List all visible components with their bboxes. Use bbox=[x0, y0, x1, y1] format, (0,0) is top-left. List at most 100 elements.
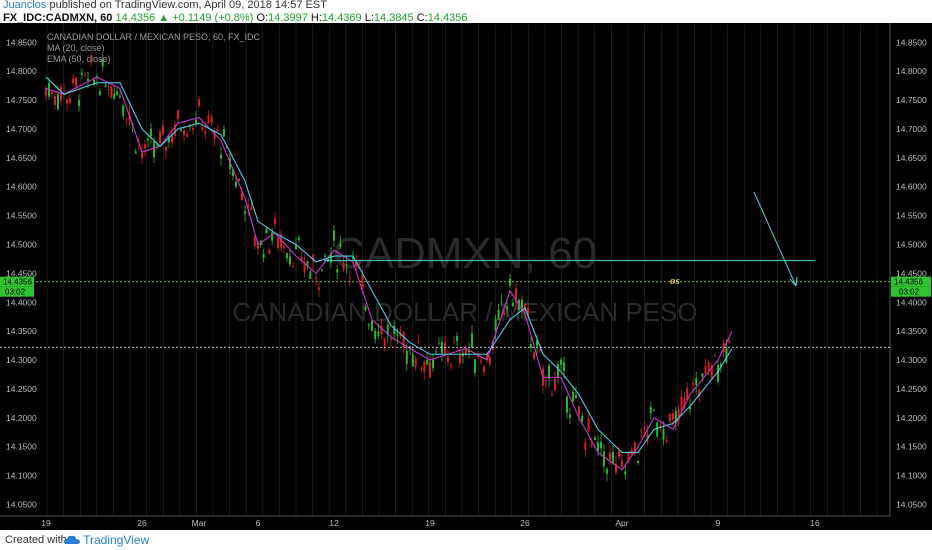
candle-body bbox=[78, 99, 80, 107]
countdown-tag-right: 03:02 bbox=[899, 288, 920, 297]
candle-body bbox=[390, 338, 392, 340]
candle-body bbox=[563, 362, 565, 372]
x-tick-label: 26 bbox=[137, 518, 147, 528]
y-tick-label-left: 14.2000 bbox=[6, 413, 37, 423]
author-link[interactable]: Juanclos bbox=[3, 0, 46, 11]
candle-body bbox=[672, 413, 674, 420]
price-chart[interactable]: CADMXN, 60 CANADIAN DOLLAR / MEXICAN PES… bbox=[0, 23, 932, 530]
candle-body bbox=[426, 359, 429, 365]
y-tick-label-right: 14.3500 bbox=[896, 326, 927, 336]
candle-body bbox=[147, 139, 149, 141]
candle-body bbox=[207, 115, 210, 123]
y-tick-label-right: 14.0500 bbox=[896, 499, 927, 509]
x-tick-label: 26 bbox=[520, 518, 530, 528]
candle-body bbox=[554, 378, 556, 391]
candle-body bbox=[600, 441, 602, 449]
y-tick-label-left: 14.3500 bbox=[6, 326, 37, 336]
candle-body bbox=[405, 351, 408, 364]
x-tick-label: 12 bbox=[329, 518, 339, 528]
candle-body bbox=[265, 228, 268, 234]
candle-body bbox=[84, 74, 86, 76]
y-tick-label-left: 14.0500 bbox=[6, 499, 37, 509]
candle-body bbox=[725, 348, 728, 363]
tradingview-logo[interactable]: TradingView bbox=[64, 533, 149, 547]
candle-body bbox=[572, 392, 574, 402]
candle-body bbox=[593, 437, 596, 440]
candle-body bbox=[192, 128, 194, 131]
candle-body bbox=[653, 409, 655, 411]
y-tick-label-right: 14.7000 bbox=[896, 124, 927, 134]
candle-body bbox=[612, 451, 614, 464]
candle-body bbox=[435, 351, 437, 353]
candle-body bbox=[156, 145, 158, 147]
y-tick-label-left: 14.1500 bbox=[6, 442, 37, 452]
candle-body bbox=[637, 460, 639, 464]
candle-body bbox=[98, 91, 101, 96]
x-tick-label: 9 bbox=[716, 518, 721, 528]
candle-body bbox=[414, 358, 417, 367]
candle-body bbox=[268, 249, 271, 254]
candle-body bbox=[289, 256, 291, 265]
candle-body bbox=[244, 211, 246, 214]
candle-body bbox=[560, 359, 562, 365]
candle-body bbox=[480, 360, 482, 363]
candle-body bbox=[283, 245, 285, 248]
candle-body bbox=[277, 238, 279, 248]
candle-body bbox=[383, 338, 386, 346]
y-tick-label-right: 14.8000 bbox=[896, 66, 927, 76]
trend-arrow-line bbox=[753, 191, 797, 287]
candle-body bbox=[621, 460, 623, 467]
candle-body bbox=[471, 333, 473, 348]
candle-body bbox=[590, 444, 593, 446]
candle-body bbox=[220, 154, 222, 159]
y-tick-label-right: 14.8500 bbox=[896, 37, 927, 47]
candle-body bbox=[216, 129, 219, 131]
candle-body bbox=[707, 362, 710, 371]
x-tick-label: Mar bbox=[192, 518, 207, 528]
y-tick-label-right: 14.5000 bbox=[896, 240, 927, 250]
candle-body bbox=[374, 330, 377, 340]
y-tick-label-left: 14.6000 bbox=[6, 182, 37, 192]
candle-body bbox=[488, 356, 491, 365]
candle-body bbox=[201, 127, 204, 130]
candle-body bbox=[223, 129, 225, 137]
candle-body bbox=[417, 340, 420, 342]
y-tick-label-right: 14.6000 bbox=[896, 182, 927, 192]
chart-area[interactable]: CADMXN, 60 CANADIAN DOLLAR / MEXICAN PES… bbox=[0, 23, 932, 530]
y-tick-label-left: 14.7500 bbox=[6, 95, 37, 105]
candle-body bbox=[125, 118, 128, 120]
candle-body bbox=[533, 351, 535, 359]
candle-body bbox=[113, 93, 116, 99]
candle-body bbox=[81, 72, 83, 75]
candle-body bbox=[333, 230, 335, 241]
candle-body bbox=[438, 343, 440, 345]
candle-body bbox=[453, 341, 455, 343]
candle-body bbox=[274, 218, 276, 225]
candle-body bbox=[578, 406, 580, 416]
candle-body bbox=[235, 181, 237, 187]
candle-body bbox=[618, 450, 620, 457]
candle-body bbox=[51, 91, 53, 94]
candle-body bbox=[640, 430, 643, 432]
y-tick-label-right: 14.4000 bbox=[896, 297, 927, 307]
candle-body bbox=[69, 98, 71, 103]
candle-body bbox=[324, 255, 326, 257]
candle-body bbox=[456, 335, 458, 341]
candle-body bbox=[606, 469, 608, 474]
y-tick-label-left: 14.5000 bbox=[6, 240, 37, 250]
candle-body bbox=[609, 452, 611, 460]
candle-body bbox=[713, 354, 716, 356]
candle-body bbox=[643, 427, 646, 429]
candle-body bbox=[66, 99, 68, 104]
legend-ma: MA (20, close) bbox=[47, 43, 105, 53]
candle-body bbox=[336, 269, 339, 273]
candle-body bbox=[72, 79, 74, 84]
candle-body bbox=[104, 85, 107, 88]
candle-body bbox=[297, 237, 300, 240]
y-tick-label-right: 14.2000 bbox=[896, 413, 927, 423]
candle-body bbox=[377, 331, 380, 336]
candle-body bbox=[584, 442, 587, 450]
y-tick-label-right: 14.4500 bbox=[896, 268, 927, 278]
y-tick-label-right: 14.1500 bbox=[896, 442, 927, 452]
candle-body bbox=[680, 396, 683, 412]
